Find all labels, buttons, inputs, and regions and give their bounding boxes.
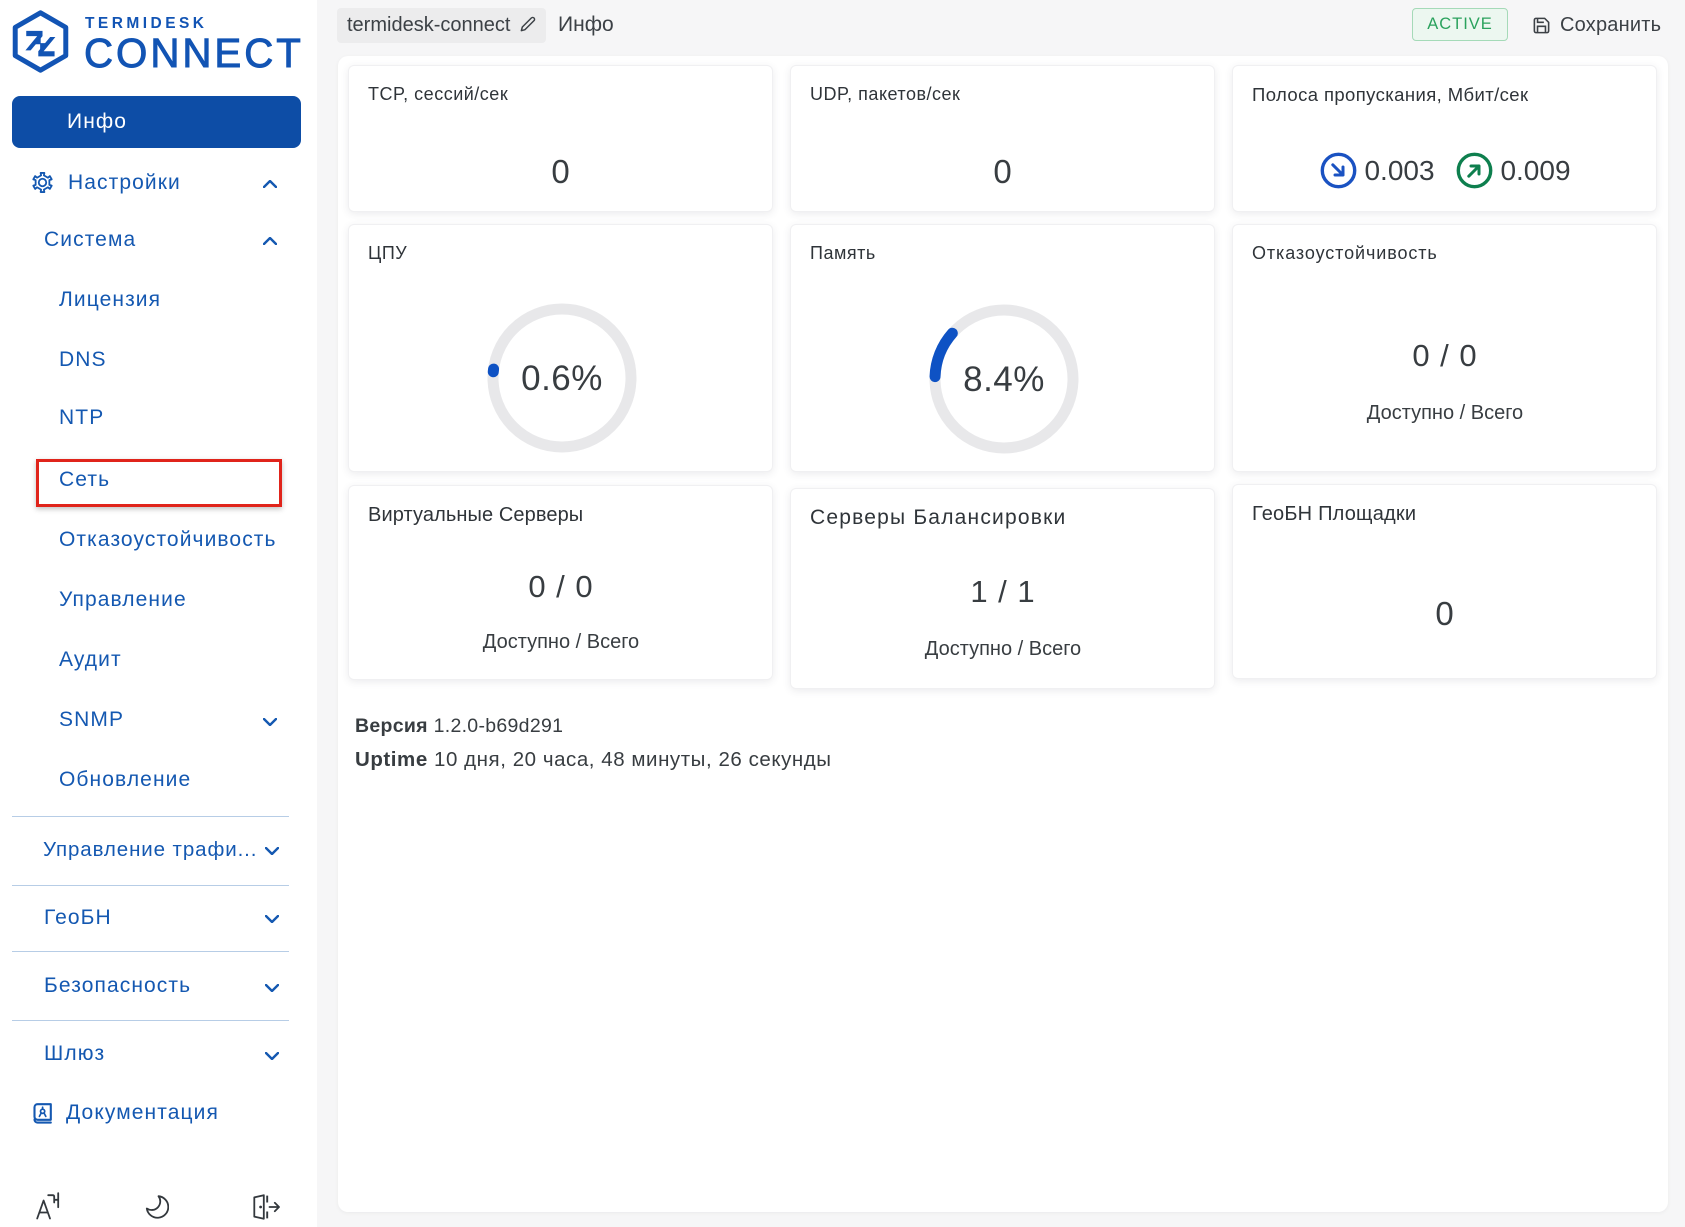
svg-text:CONNECT: CONNECT [84, 30, 301, 71]
